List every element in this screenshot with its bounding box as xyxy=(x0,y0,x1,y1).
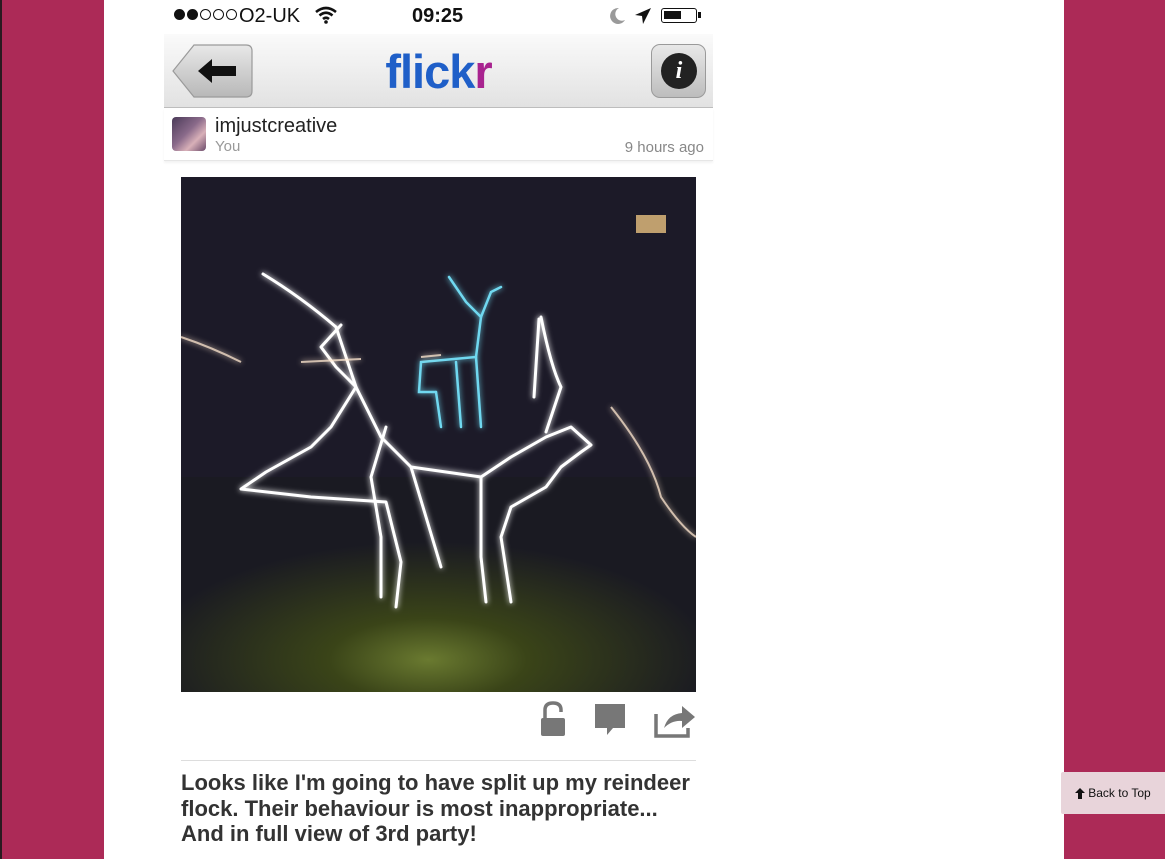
status-bar: O2-UK 09:25 xyxy=(164,0,713,34)
photo-actions xyxy=(181,700,696,750)
back-to-top-label: Back to Top xyxy=(1088,786,1151,800)
carrier-name: O2-UK xyxy=(239,5,301,27)
info-button[interactable]: i xyxy=(651,44,706,98)
wifi-icon xyxy=(314,5,338,31)
info-icon: i xyxy=(661,53,697,89)
photo-caption: Looks like I'm going to have split up my… xyxy=(181,770,690,846)
comment-icon[interactable] xyxy=(593,700,627,736)
share-icon[interactable] xyxy=(654,700,696,738)
owner-label: You xyxy=(215,138,241,155)
location-arrow-icon xyxy=(634,6,652,32)
flickr-logo: flickr xyxy=(385,45,492,98)
phone-screenshot: O2-UK 09:25 flickr i imjustcreative You … xyxy=(164,0,713,859)
signal-strength-icon xyxy=(174,9,237,20)
nav-bar: flickr i xyxy=(164,34,713,108)
back-to-top-button[interactable]: Back to Top xyxy=(1061,772,1165,814)
battery-icon xyxy=(661,8,701,23)
post-header: imjustcreative You 9 hours ago xyxy=(164,108,713,161)
lock-icon[interactable] xyxy=(539,700,567,740)
post-timestamp: 9 hours ago xyxy=(624,139,704,156)
window-edge xyxy=(0,0,2,859)
username[interactable]: imjustcreative xyxy=(215,115,337,138)
divider xyxy=(181,760,696,761)
arrow-up-icon xyxy=(1075,787,1086,799)
moon-icon xyxy=(608,6,626,32)
avatar[interactable] xyxy=(172,117,206,151)
status-time: 09:25 xyxy=(412,5,464,27)
photo[interactable] xyxy=(181,177,696,692)
